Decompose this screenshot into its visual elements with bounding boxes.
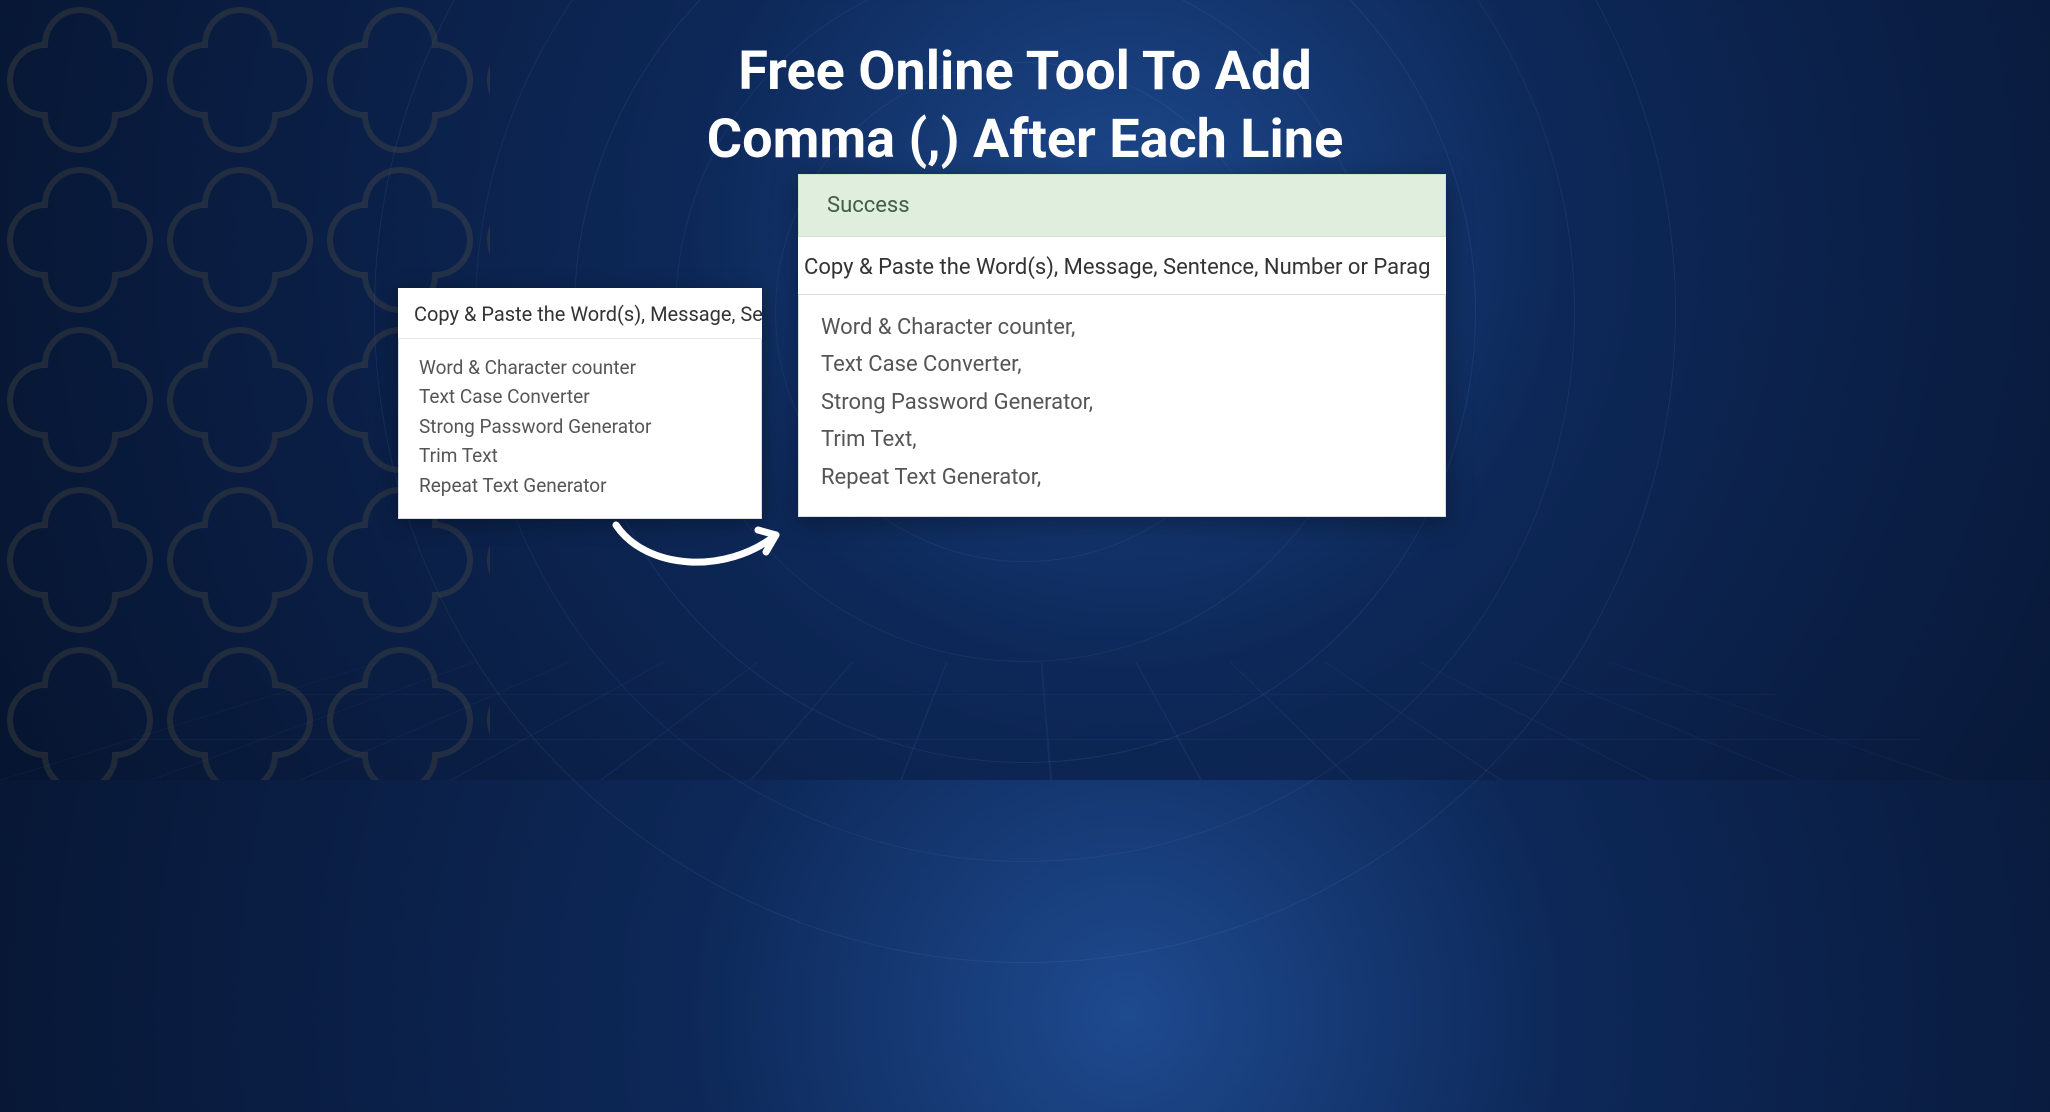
input-line: Strong Password Generator (419, 412, 741, 441)
input-line: Text Case Converter (419, 382, 741, 411)
success-banner: Success (798, 174, 1446, 237)
success-label: Success (827, 193, 910, 218)
title-line-1: Free Online Tool To Add (738, 40, 1312, 103)
output-line: Trim Text, (821, 421, 1423, 458)
arrow-icon (606, 510, 796, 580)
input-instruction-label: Copy & Paste the Word(s), Message, Se (398, 288, 762, 339)
input-line: Trim Text (419, 441, 741, 470)
output-card-after: Success Copy & Paste the Word(s), Messag… (798, 174, 1446, 517)
output-instruction-label: Copy & Paste the Word(s), Message, Sente… (798, 237, 1446, 294)
title-line-2: Comma (,) After Each Line (707, 108, 1343, 171)
output-line: Strong Password Generator, (821, 384, 1423, 421)
output-textarea[interactable]: Word & Character counter, Text Case Conv… (798, 294, 1446, 517)
input-line: Word & Character counter (419, 353, 741, 382)
output-line: Repeat Text Generator, (821, 459, 1423, 496)
output-line: Word & Character counter, (821, 309, 1423, 346)
output-line: Text Case Converter, (821, 346, 1423, 383)
page-title: Free Online Tool To Add Comma (,) After … (0, 38, 2050, 173)
input-card-before: Copy & Paste the Word(s), Message, Se Wo… (398, 288, 762, 519)
input-line: Repeat Text Generator (419, 471, 741, 500)
input-textarea[interactable]: Word & Character counter Text Case Conve… (398, 339, 762, 519)
